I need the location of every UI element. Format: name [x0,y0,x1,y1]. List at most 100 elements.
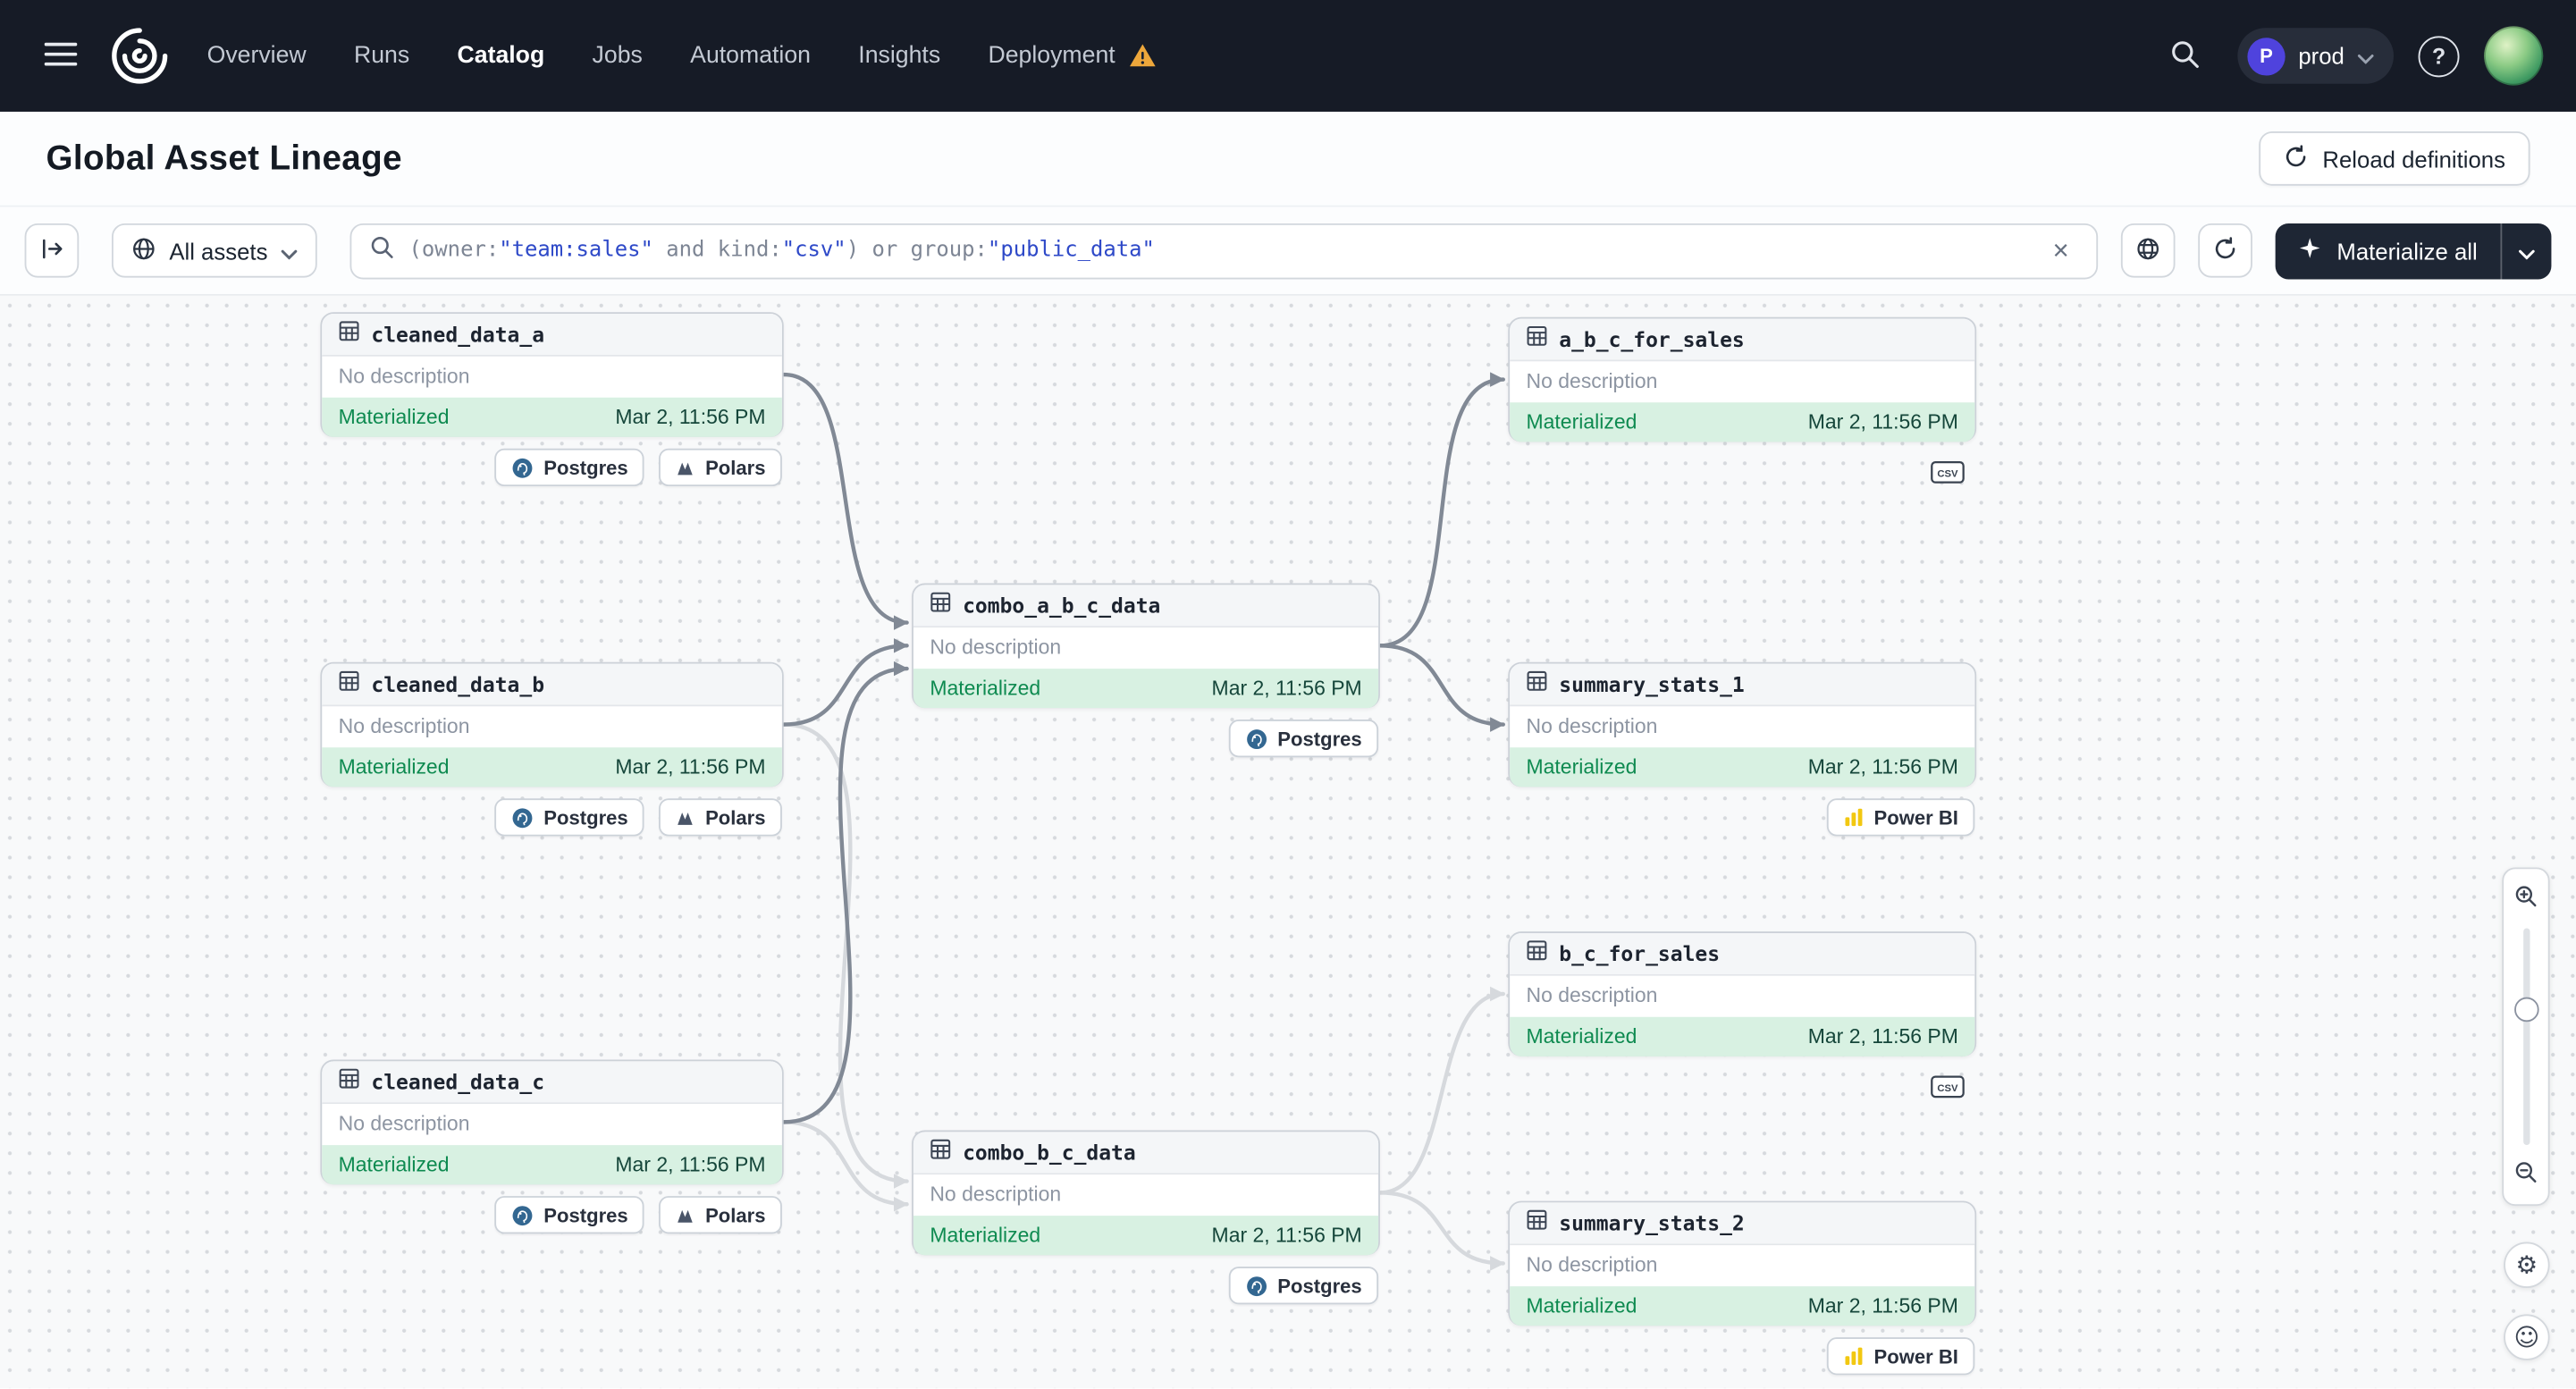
materialize-all-button[interactable]: Materialize all [2276,223,2552,279]
nav-items: Overview Runs Catalog Jobs Automation In… [207,43,1157,69]
materialized-timestamp: Mar 2, 11:56 PM [1211,1224,1362,1248]
asset-node-combo_a_b_c_data[interactable]: combo_a_b_c_data No description Material… [912,583,1380,758]
zoom-slider[interactable] [2513,928,2538,1146]
reload-definitions-button[interactable]: Reload definitions [2258,131,2530,186]
lineage-canvas[interactable]: cleaned_data_a No description Materializ… [0,295,2576,1389]
materialized-timestamp: Mar 2, 11:56 PM [1211,677,1362,700]
lineage-toolbar: All assets (owner:"team:sales" and kind:… [0,206,2576,296]
help-button[interactable]: ? [2418,35,2460,77]
feedback-button[interactable]: ☺ [2504,1314,2550,1360]
asset-node-cleaned_data_c[interactable]: cleaned_data_c No description Materializ… [320,1059,784,1234]
gear-icon: ⚙ [2515,1249,2538,1279]
graph-settings-button[interactable] [2121,223,2176,278]
lineage-edge-cleaned_data_a-to-combo_a_b_c_data [781,372,909,630]
zoom-in-icon [2513,884,2538,913]
asset-status-row: Materialized Mar 2, 11:56 PM [322,747,782,787]
asset-node-cleaned_data_a[interactable]: cleaned_data_a No description Materializ… [320,312,784,487]
search-button[interactable] [2157,28,2212,83]
materialized-timestamp: Mar 2, 11:56 PM [1807,1294,1958,1318]
materialized-status: Materialized [1526,410,1637,434]
deployment-selector[interactable]: P prod [2237,28,2394,84]
asset-name: a_b_c_for_sales [1559,326,1745,352]
asset-status-row: Materialized Mar 2, 11:56 PM [1510,1016,1975,1056]
materialized-status: Materialized [930,677,1041,700]
asset-node-combo_b_c_data[interactable]: combo_b_c_data No description Materializ… [912,1130,1380,1305]
nav-item-label: Automation [690,42,812,70]
zoom-in-button[interactable] [2508,880,2544,916]
zoom-panel [2502,867,2550,1207]
materialized-status: Materialized [1526,1294,1637,1318]
zoom-slider-handle[interactable] [2513,997,2538,1023]
asset-node-summary_stats_1[interactable]: summary_stats_1 No description Materiali… [1508,661,1977,837]
kind-tag-postgres[interactable]: Postgres [1228,720,1379,758]
lineage-edge-cleaned_data_c-to-combo_a_b_c_data [781,661,909,1124]
nav-item-automation[interactable]: Automation [690,43,811,69]
asset-status-row: Materialized Mar 2, 11:56 PM [1510,1286,1975,1326]
kind-tag-polars[interactable]: Polars [659,1196,782,1234]
settings-button[interactable]: ⚙ [2504,1242,2550,1288]
asset-node-cleaned_data_b[interactable]: cleaned_data_b No description Materializ… [320,661,784,837]
nav-item-catalog[interactable]: Catalog [458,43,545,69]
nav-item-jobs[interactable]: Jobs [593,43,643,69]
feedback-icon: ☺ [2513,1321,2540,1351]
kind-tag-polars[interactable]: Polars [659,448,782,487]
asset-description: No description [930,1183,1062,1207]
asset-node-header: summary_stats_1 [1510,663,1975,707]
nav-item-label: Deployment [988,42,1115,70]
asset-description: No description [338,365,470,388]
close-icon: × [2052,234,2069,266]
asset-node-header: summary_stats_2 [1510,1202,1975,1246]
refresh-button[interactable] [2199,223,2253,278]
asset-node-header: combo_a_b_c_data [913,585,1379,628]
materialize-sparkle-icon [2299,237,2322,265]
nav-item-deployment[interactable]: Deployment [988,43,1156,69]
kind-tag-powerbi[interactable]: Power BI [1826,1337,1975,1376]
kind-tag-label: Polars [705,1203,766,1227]
asset-scope-dropdown[interactable]: All assets [111,223,317,278]
kind-tag-postgres[interactable]: Postgres [494,798,645,837]
asset-node-header: cleaned_data_c [322,1061,782,1105]
asset-node-a_b_c_for_sales[interactable]: a_b_c_for_sales No description Materiali… [1508,316,1977,484]
search-query: (owner:"team:sales" and kind:"csv") or g… [408,238,1155,264]
table-icon [339,319,360,349]
materialize-all-main[interactable]: Materialize all [2276,223,2500,278]
kind-tag-postgres[interactable]: Postgres [494,448,645,487]
user-avatar[interactable] [2484,26,2544,86]
asset-status-row: Materialized Mar 2, 11:56 PM [1510,747,1975,787]
dagster-logo[interactable] [105,21,174,90]
zoom-out-button[interactable] [2508,1157,2544,1192]
nav-item-insights[interactable]: Insights [858,43,940,69]
scope-label: All assets [169,237,268,265]
kind-tag-csv[interactable]: CSV [1931,453,1966,491]
lineage-edge-combo_a_b_c_data-to-summary_stats_1 [1377,644,1505,732]
lineage-edge-cleaned_data_c-to-combo_b_c_data [781,1120,909,1212]
asset-kind-tags: Postgres Polars [494,1196,782,1234]
clear-search-button[interactable]: × [2042,232,2078,268]
lineage-edge-combo_a_b_c_data-to-a_b_c_for_sales [1377,372,1505,648]
nav-item-runs[interactable]: Runs [354,43,409,69]
materialize-label: Materialize all [2336,237,2478,265]
asset-status-row: Materialized Mar 2, 11:56 PM [913,669,1379,709]
materialized-status: Materialized [338,1153,450,1177]
kind-tag-polars[interactable]: Polars [659,798,782,837]
asset-search-input[interactable]: (owner:"team:sales" and kind:"csv") or g… [349,223,2099,279]
chevron-down-icon [2519,238,2535,264]
kind-tag-powerbi[interactable]: Power BI [1826,798,1975,837]
materialize-options-caret[interactable] [2500,223,2551,279]
open-panel-button[interactable] [24,223,80,278]
help-icon: ? [2431,43,2446,69]
kind-tag-csv[interactable]: CSV [1931,1068,1966,1106]
kind-tag-postgres[interactable]: Postgres [1228,1267,1379,1305]
warning-icon [1128,43,1156,69]
kind-tag-label: Postgres [543,1203,628,1227]
asset-node-summary_stats_2[interactable]: summary_stats_2 No description Materiali… [1508,1200,1977,1376]
kind-tag-postgres[interactable]: Postgres [494,1196,645,1234]
asset-node-b_c_for_sales[interactable]: b_c_for_sales No description Materialize… [1508,931,1977,1099]
table-icon [1527,939,1548,968]
nav-right: P prod ? [2157,26,2544,86]
globe-network-icon [2136,236,2161,265]
kind-tag-label: Power BI [1873,805,1958,829]
nav-item-overview[interactable]: Overview [207,43,307,69]
kind-tag-label: Polars [705,456,766,479]
hamburger-menu-button[interactable] [33,28,88,83]
